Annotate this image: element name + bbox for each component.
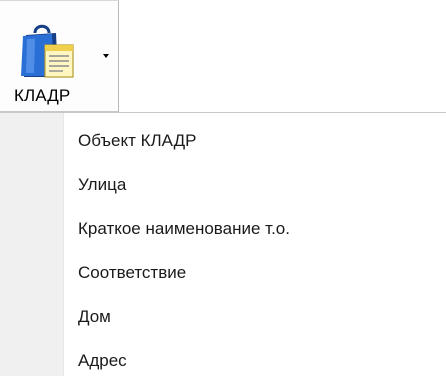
shopping-bag-document-icon [21, 24, 74, 78]
menu-item-correspondence[interactable]: Соответствие [63, 251, 446, 295]
menu-icon-gutter [0, 113, 64, 376]
menu-item-street[interactable]: Улица [63, 163, 446, 207]
ribbon-button-label: КЛАДР [14, 86, 71, 105]
menu-list: Объект КЛАДР Улица Краткое наименование … [63, 113, 446, 376]
kladr-dropdown-menu: Объект КЛАДР Улица Краткое наименование … [0, 112, 446, 376]
kladr-ribbon-button[interactable]: КЛАДР [0, 0, 119, 112]
menu-item-kladr-object[interactable]: Объект КЛАДР [63, 119, 446, 163]
dropdown-arrow-icon[interactable] [103, 54, 109, 58]
app-stage: КЛАДР Объект КЛАДР Улица Краткое наимено… [0, 0, 446, 376]
ribbon-top-border [0, 0, 119, 1]
menu-item-address[interactable]: Адрес [63, 339, 446, 376]
menu-item-house[interactable]: Дом [63, 295, 446, 339]
menu-item-short-name[interactable]: Краткое наименование т.о. [63, 207, 446, 251]
